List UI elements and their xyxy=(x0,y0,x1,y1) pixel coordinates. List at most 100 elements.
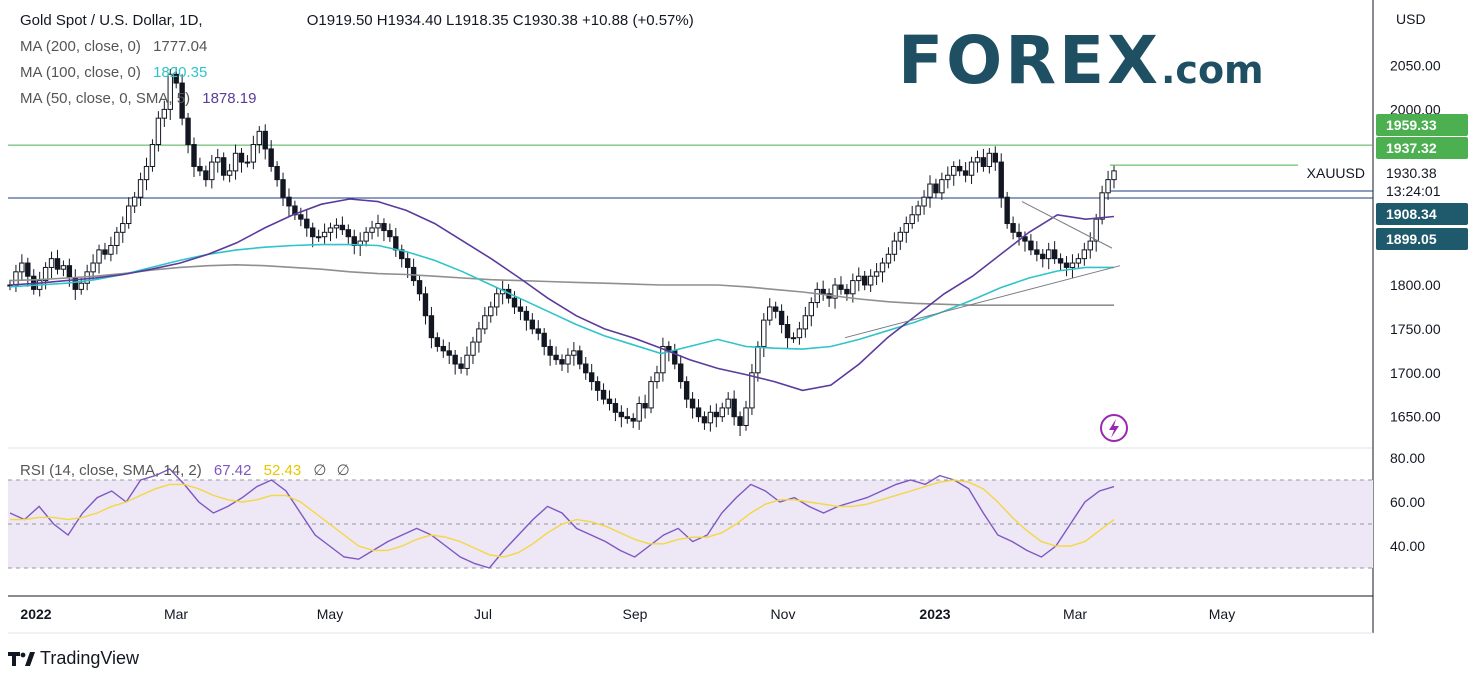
candle-body xyxy=(393,236,399,251)
candle-body xyxy=(256,130,262,146)
ohlc-readout: O1919.50 H1934.40 L1918.35 C1930.38 +10.… xyxy=(306,12,694,29)
lightning-bolt-icon xyxy=(1109,419,1119,438)
candle-body xyxy=(583,363,589,374)
candle-body xyxy=(974,157,981,163)
candle-body xyxy=(719,407,725,418)
candle-body xyxy=(488,306,494,317)
candle-body xyxy=(54,258,61,270)
header-row-main: Gold Spot / U.S. Dollar, 1D, O1919.50 H1… xyxy=(20,12,694,29)
candle-body xyxy=(1111,170,1117,181)
candle-body xyxy=(636,403,642,422)
candle-body xyxy=(594,381,601,391)
ma50-value: 1878.19 xyxy=(202,90,257,107)
candle-body xyxy=(286,196,292,207)
candle-body xyxy=(339,224,346,231)
rsi-extra-1: ∅ xyxy=(313,462,327,479)
candle-body xyxy=(844,288,850,295)
y-tick-label: 1700.00 xyxy=(1390,365,1441,381)
candle-body xyxy=(772,306,779,312)
candle-body xyxy=(624,416,630,419)
x-tick-label: Nov xyxy=(771,606,796,622)
legend-rsi[interactable]: RSI (14, close, SMA, 14, 2) 67.42 52.43 … xyxy=(20,461,350,479)
candle-body xyxy=(1093,218,1099,242)
candle-body xyxy=(1063,262,1070,268)
candle-body xyxy=(529,319,536,330)
legend-ma200[interactable]: MA (200, close, 0) 1777.04 xyxy=(20,38,207,55)
y-tick-label: 1800.00 xyxy=(1390,277,1441,293)
candle-body xyxy=(909,214,915,225)
candle-body xyxy=(885,253,892,264)
candle-body xyxy=(78,282,84,290)
candle-body xyxy=(559,359,565,365)
candle-body xyxy=(1087,240,1093,251)
candle-body xyxy=(250,144,257,163)
candle-body xyxy=(203,170,209,181)
candle-body xyxy=(606,398,613,405)
candle-body xyxy=(19,262,25,273)
legend-ma100[interactable]: MA (100, close, 0) 1820.35 xyxy=(20,64,207,81)
candle-body xyxy=(215,157,221,163)
candle-body xyxy=(494,293,500,308)
candle-body xyxy=(998,161,1004,198)
candle-body xyxy=(986,152,993,167)
candle-body xyxy=(862,275,868,286)
candle-body xyxy=(678,363,684,383)
candle-body xyxy=(416,280,423,295)
candle-body xyxy=(761,319,767,347)
candle-body xyxy=(897,231,904,242)
candle-body xyxy=(749,372,755,409)
candle-body xyxy=(422,293,429,317)
candle-body xyxy=(197,165,203,172)
tradingview-logo[interactable]: TradingView xyxy=(8,648,139,669)
candle-body xyxy=(464,354,470,369)
candle-body xyxy=(517,306,524,312)
candle-body xyxy=(369,227,375,233)
candle-body xyxy=(612,403,619,413)
candle-body xyxy=(731,398,737,418)
candle-body xyxy=(268,148,274,167)
candle-body xyxy=(304,218,310,229)
candle-body xyxy=(701,416,708,424)
currency-label: USD xyxy=(1396,11,1426,27)
ma200-line xyxy=(9,263,1114,306)
x-tick-label: Jul xyxy=(474,606,492,622)
candle-body xyxy=(470,341,476,356)
rsi-tick-label: 40.00 xyxy=(1390,538,1425,554)
candle-body xyxy=(155,117,162,146)
rsi-sma-value: 52.43 xyxy=(263,462,302,479)
candle-body xyxy=(962,170,969,176)
x-tick-label: Mar xyxy=(164,606,188,622)
candle-body xyxy=(903,223,909,233)
candle-body xyxy=(600,389,607,400)
candle-body xyxy=(381,223,387,232)
candle-body xyxy=(108,244,114,255)
candle-body xyxy=(120,223,126,233)
candle-body xyxy=(571,350,577,356)
brand-suffix: .com xyxy=(1160,48,1264,92)
candle-body xyxy=(713,411,720,418)
candle-body xyxy=(1040,253,1046,260)
candle-body xyxy=(1028,240,1034,251)
candle-body xyxy=(327,227,334,233)
rsi-extra-2: ∅ xyxy=(336,462,350,479)
candle-body xyxy=(363,231,369,242)
candle-body xyxy=(1075,258,1082,264)
candle-body xyxy=(96,249,102,264)
candle-body xyxy=(541,332,547,347)
candle-body xyxy=(879,262,886,273)
x-tick-label: 2022 xyxy=(20,606,51,622)
candle-body xyxy=(440,345,446,352)
legend-ma50[interactable]: MA (50, close, 0, SMA, 5) 1878.19 xyxy=(20,90,256,107)
candle-body xyxy=(434,337,441,347)
forex-logo: FOREX.com xyxy=(898,22,1264,99)
rsi-tick-label: 60.00 xyxy=(1390,494,1425,510)
candle-body xyxy=(1081,249,1088,260)
candle-body xyxy=(387,230,393,238)
price-label-text: 1937.32 xyxy=(1386,140,1437,156)
candle-body xyxy=(523,310,530,321)
candle-body xyxy=(375,223,381,229)
candle-body xyxy=(577,350,583,365)
candle-body xyxy=(695,407,702,418)
candle-body xyxy=(1010,223,1016,233)
candle-body xyxy=(274,165,280,181)
